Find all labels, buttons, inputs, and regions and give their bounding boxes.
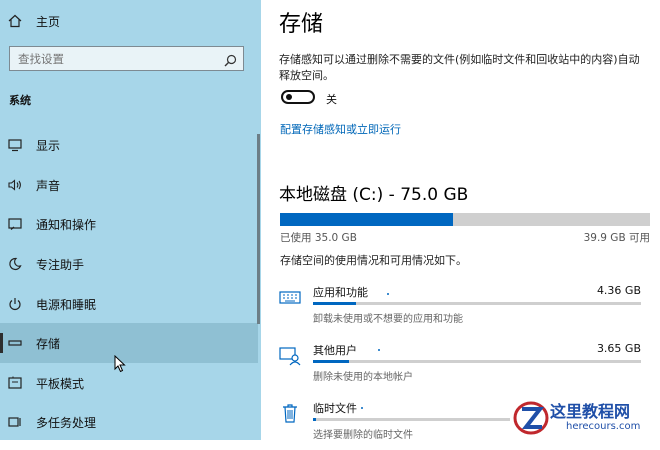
disk-usage-bar — [280, 213, 650, 226]
progress-dot — [378, 349, 380, 351]
disk-available-label: 39.9 GB 可用 — [583, 232, 650, 244]
keyboard-apps-icon — [279, 286, 301, 308]
watermark-text: 这里教程网 — [550, 402, 631, 421]
sidebar-item-display[interactable]: 显示 — [0, 125, 258, 165]
sidebar-item-label: 平板模式 — [36, 376, 85, 391]
site-watermark: 这里教程网 herecours.com — [510, 395, 660, 440]
group-title-system: 系统 — [9, 94, 31, 107]
sidebar-item-label: 多任务处理 — [36, 415, 97, 430]
category-usage-bar — [313, 360, 641, 363]
category-description: 选择要删除的临时文件 — [313, 430, 413, 441]
sidebar-item-label: 显示 — [36, 138, 61, 153]
sidebar-home[interactable]: 主页 — [0, 1, 258, 41]
configure-storage-sense-link[interactable]: 配置存储感知或立即运行 — [280, 121, 401, 137]
sidebar-item-label: 存储 — [36, 336, 61, 351]
sidebar-item-label: 通知和操作 — [36, 217, 97, 232]
monitor-icon — [8, 138, 36, 152]
watermark-logo-icon — [513, 401, 549, 435]
storage-sense-toggle[interactable] — [281, 90, 315, 104]
sidebar-item-label: 声音 — [36, 178, 61, 193]
sidebar-item-power-sleep[interactable]: 电源和睡眠 — [0, 284, 258, 324]
notification-icon — [8, 217, 36, 231]
category-name: 应用和功能 — [313, 286, 368, 299]
sidebar-item-multitasking[interactable]: 多任务处理 — [0, 402, 258, 442]
category-size: 4.36 GB — [596, 284, 641, 297]
storage-page: 存储 存储感知可以通过删除不需要的文件(例如临时文件和回收站中的内容)自动释放空… — [261, 0, 660, 441]
search-box[interactable] — [9, 46, 244, 71]
speaker-icon — [8, 178, 36, 192]
sidebar-item-label: 电源和睡眠 — [36, 297, 97, 312]
power-icon — [8, 297, 36, 311]
sidebar-item-notifications[interactable]: 通知和操作 — [0, 204, 258, 244]
storage-drive-icon — [8, 336, 36, 350]
category-size: 3.65 GB — [596, 342, 641, 355]
category-description: 卸载未使用或不想要的应用和功能 — [313, 314, 463, 325]
home-icon — [8, 14, 36, 28]
search-icon[interactable] — [224, 52, 237, 71]
sidebar-scrollbar[interactable] — [257, 134, 260, 324]
category-description: 删除未使用的本地帐户 — [313, 372, 413, 383]
trash-icon — [279, 402, 301, 424]
settings-sidebar: 主页 系统 显示 声音 通知和操作 专注助手 电源和睡眠 — [0, 0, 261, 440]
tablet-icon — [8, 376, 36, 390]
progress-dot — [361, 407, 363, 409]
progress-dot — [387, 293, 389, 295]
sidebar-item-tablet-mode[interactable]: 平板模式 — [0, 363, 258, 403]
selection-indicator — [0, 333, 3, 353]
category-name: 其他用户 — [313, 344, 357, 357]
sidebar-item-label: 专注助手 — [36, 257, 85, 272]
watermark-url: herecours.com — [566, 421, 641, 432]
disk-title: 本地磁盘 (C:) - 75.0 GB — [279, 185, 469, 205]
category-usage-fill — [313, 360, 350, 363]
other-user-icon — [279, 344, 301, 366]
moon-icon — [8, 257, 36, 271]
page-title: 存储 — [279, 12, 324, 37]
sidebar-item-sound[interactable]: 声音 — [0, 165, 258, 205]
search-input[interactable] — [10, 50, 220, 67]
usage-description: 存储空间的使用情况和可用情况如下。 — [280, 254, 467, 267]
category-other-users[interactable]: 其他用户 3.65 GB 删除未使用的本地帐户 — [279, 342, 651, 392]
sidebar-item-storage[interactable]: 存储 — [0, 323, 258, 363]
category-usage-fill — [313, 418, 317, 421]
multitask-icon — [8, 415, 36, 429]
category-usage-bar — [313, 302, 641, 305]
storage-sense-description: 存储感知可以通过删除不需要的文件(例如临时文件和回收站中的内容)自动释放空间。 — [279, 53, 640, 82]
category-name: 临时文件 — [313, 402, 357, 415]
category-usage-fill — [313, 302, 356, 305]
toggle-knob — [286, 94, 292, 100]
sidebar-home-label: 主页 — [36, 14, 61, 29]
category-apps-features[interactable]: 应用和功能 4.36 GB 卸载未使用或不想要的应用和功能 — [279, 284, 651, 334]
disk-usage-fill — [280, 213, 453, 226]
disk-used-label: 已使用 35.0 GB — [280, 232, 357, 244]
sidebar-item-focus-assist[interactable]: 专注助手 — [0, 244, 258, 284]
mouse-cursor-icon — [114, 355, 126, 373]
toggle-state-label: 关 — [326, 93, 337, 106]
